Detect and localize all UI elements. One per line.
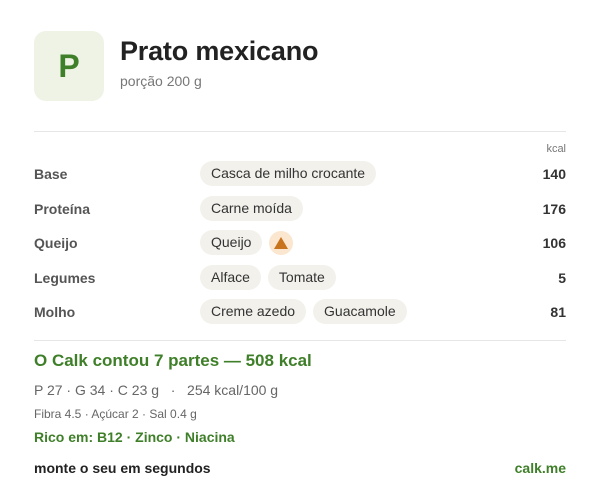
micros-line: Fibra 4.5 · Açúcar 2 · Sal 0.4 g bbox=[34, 407, 197, 421]
ingredient-chip[interactable]: Creme azedo bbox=[200, 299, 307, 324]
ingredient-table: Base Casca de milho crocante 140 Proteín… bbox=[34, 157, 566, 330]
calk-link[interactable]: calk.me bbox=[515, 460, 566, 476]
row-kcal: 5 bbox=[558, 269, 566, 286]
row-label: Legumes bbox=[34, 269, 96, 286]
portion-size: porção 200 g bbox=[120, 73, 202, 89]
row-kcal: 81 bbox=[550, 304, 566, 320]
ingredient-chips: Casca de milho crocante bbox=[200, 161, 377, 186]
ingredient-chip[interactable]: Alface bbox=[200, 264, 261, 290]
cta-text: monte o seu em segundos bbox=[34, 460, 211, 476]
ingredient-chips: Alface Tomate bbox=[200, 264, 336, 290]
row-kcal: 106 bbox=[542, 235, 566, 251]
table-row: Legumes Alface Tomate 5 bbox=[34, 261, 566, 296]
table-row: Queijo Queijo 106 bbox=[34, 226, 566, 261]
rich-in-line: Rico em: B12 · Zinco · Niacina bbox=[34, 429, 235, 445]
ingredient-chip[interactable]: Queijo bbox=[200, 230, 263, 255]
summary-headline: O Calk contou 7 partes — 508 kcal bbox=[34, 351, 312, 370]
row-label: Queijo bbox=[34, 235, 78, 251]
kcal-column-header: kcal bbox=[546, 143, 566, 155]
ingredient-chips: Queijo bbox=[200, 230, 294, 255]
dish-logo: P bbox=[34, 31, 104, 101]
ingredient-chip[interactable]: Guacamole bbox=[313, 299, 407, 324]
row-kcal: 176 bbox=[542, 200, 566, 217]
row-label: Molho bbox=[34, 304, 76, 320]
ingredient-chips: Carne moída bbox=[200, 195, 303, 221]
nutrition-card: P Prato mexicano porção 200 g kcal Base … bbox=[0, 0, 600, 491]
table-row: Molho Creme azedo Guacamole 81 bbox=[34, 295, 566, 330]
ingredient-chip[interactable]: Tomate bbox=[267, 264, 336, 290]
logo-letter: P bbox=[58, 47, 80, 84]
divider bbox=[34, 340, 566, 341]
row-label: Proteína bbox=[34, 200, 91, 217]
table-row: Base Casca de milho crocante 140 bbox=[34, 157, 566, 192]
macros-line: P 27 · G 34 · C 23 g · 254 kcal/100 g bbox=[34, 382, 279, 398]
row-kcal: 140 bbox=[542, 166, 566, 182]
dish-title: Prato mexicano bbox=[120, 36, 319, 66]
warning-triangle-icon[interactable] bbox=[269, 230, 294, 255]
divider bbox=[34, 131, 566, 132]
ingredient-chips: Creme azedo Guacamole bbox=[200, 299, 407, 324]
row-label: Base bbox=[34, 166, 68, 182]
ingredient-chip[interactable]: Carne moída bbox=[200, 195, 303, 221]
ingredient-chip[interactable]: Casca de milho crocante bbox=[200, 161, 377, 186]
table-row: Proteína Carne moída 176 bbox=[34, 192, 566, 227]
